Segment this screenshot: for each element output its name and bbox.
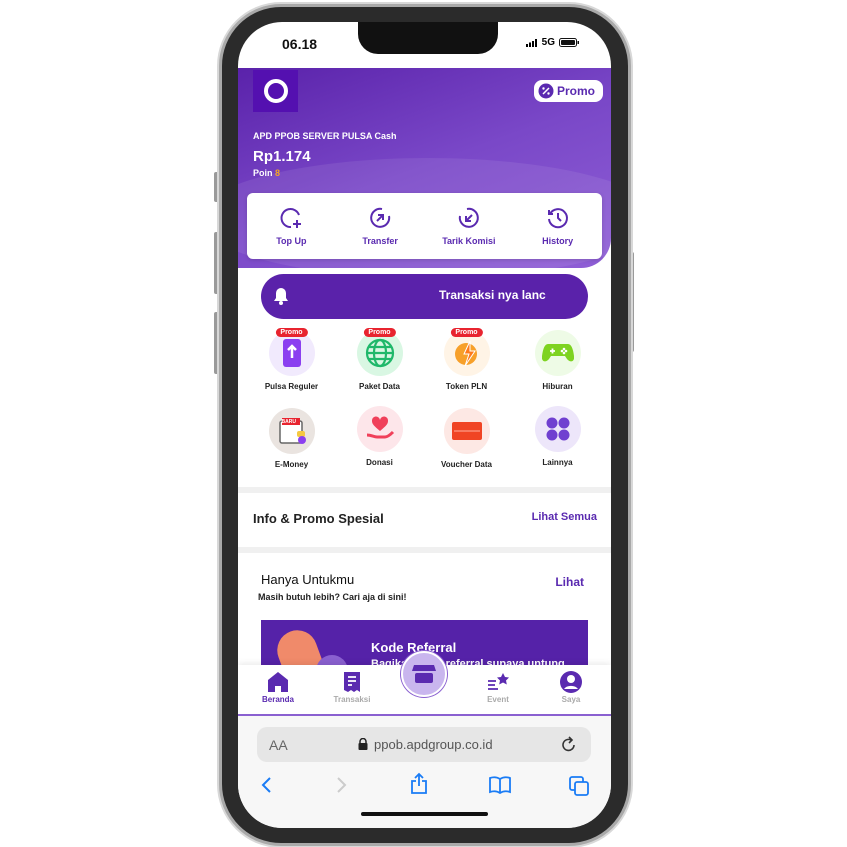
info-promo-see-all-link[interactable]: Lihat Semua [532,511,597,523]
tabs-icon[interactable] [569,776,589,796]
phone-screen: 06.18 5G Promo APD PPOB SERVER PULSA Cas… [238,22,611,828]
share-icon[interactable] [410,772,428,794]
reload-icon[interactable] [561,736,577,753]
heart-hand-icon [356,406,403,452]
forward-icon[interactable] [336,776,348,794]
service-label: Pulsa Reguler [264,382,319,391]
grid-icon [534,406,581,452]
bookmarks-icon[interactable] [488,776,512,794]
arrow-up-right-circle-icon [370,207,391,228]
divider [238,487,611,493]
nav-beranda[interactable]: Beranda [248,671,308,704]
new-badge: BARU [281,419,296,425]
service-label: E-Money [274,460,309,469]
receipt-icon [344,672,360,692]
account-name: APD PPOB SERVER PULSA Cash [253,131,397,141]
text-size-button[interactable]: AA [269,737,288,753]
top-up-button[interactable]: Top Up [251,206,331,246]
transfer-button[interactable]: Transfer [340,206,420,246]
service-donasi[interactable]: Donasi [333,406,426,467]
action-label: Transfer [362,236,398,246]
service-label: Paket Data [359,382,400,391]
network-label: 5G [541,37,555,48]
event-star-icon [488,673,509,690]
profile-icon [560,671,582,693]
for-you-title: Hanya Untukmu [261,572,355,587]
signal-icon [525,38,537,47]
globe-icon: Promo [356,328,403,376]
add-circle-icon [280,208,302,229]
promo-button[interactable]: Promo [533,80,603,102]
promo-badge: Promo [275,328,308,337]
history-icon [547,208,568,229]
service-label: Token PLN [445,382,488,391]
home-icon [268,672,288,692]
promo-label: Promo [556,84,595,98]
history-button[interactable]: History [518,206,598,246]
for-you-subtitle: Masih butuh lebih? Cari aja di sini! [258,592,407,602]
voucher-icon [443,408,490,454]
tarik-komisi-button[interactable]: Tarik Komisi [429,206,509,246]
promo-badge: Promo [363,328,396,337]
discount-badge-icon [538,83,554,99]
action-label: History [542,236,574,246]
nav-label: Beranda [261,695,294,704]
status-icons: 5G [525,37,579,48]
nav-label: Saya [561,695,581,704]
notification-text: Transaksi nya lanc [439,288,546,302]
service-label: Lainnya [542,458,573,467]
notch [358,22,498,54]
promo-badge: Promo [450,328,483,337]
service-lainnya[interactable]: Lainnya [511,406,604,467]
wallet-icon: BARU [268,408,315,454]
points-value: 8 [275,168,281,178]
lock-icon [358,738,368,750]
info-promo-title: Info & Promo Spesial [253,511,384,526]
service-e-money[interactable]: BARU E-Money [245,408,338,469]
points: Poin 8 [253,168,280,178]
service-label: Donasi [366,458,393,467]
service-hiburan[interactable]: Hiburan [511,330,604,391]
service-label: Hiburan [542,382,573,391]
service-pulsa-reguler[interactable]: Promo Pulsa Reguler [245,328,338,391]
lightning-icon: Promo [443,328,490,376]
service-voucher-data[interactable]: Voucher Data [420,408,513,469]
store-icon [412,665,436,683]
balance: Rp1.174 [253,148,311,165]
divider [238,547,611,553]
nav-store-button[interactable] [401,651,447,697]
service-label: Voucher Data [441,460,492,469]
service-token-pln[interactable]: Promo Token PLN [420,328,513,391]
nav-label: Event [487,695,509,704]
bell-icon [274,288,288,305]
gamepad-icon [534,330,581,376]
service-paket-data[interactable]: Promo Paket Data [333,328,426,391]
browser-chrome: AA ppob.apdgroup.co.id [238,716,611,828]
action-label: Tarik Komisi [442,236,496,246]
arrow-down-left-circle-icon [458,207,479,228]
notification-marquee[interactable]: Transaksi nya lanc [261,274,588,319]
for-you-see-link[interactable]: Lihat [555,575,584,589]
quick-actions-card: Top Up Transfer Tarik Komisi History [247,193,602,259]
battery-icon [559,38,579,47]
phone-upload-icon: Promo [268,328,315,376]
action-label: Top Up [276,236,307,246]
nav-label: Transaksi [333,695,371,704]
bottom-nav: Beranda Transaksi Event Saya [238,651,611,716]
home-indicator [361,812,488,816]
app-logo [253,70,298,112]
address-bar[interactable]: AA ppob.apdgroup.co.id [257,727,591,762]
back-icon[interactable] [260,776,272,794]
points-label: Poin [253,168,273,178]
nav-event[interactable]: Event [468,671,528,704]
nav-saya[interactable]: Saya [541,671,601,704]
url-text: ppob.apdgroup.co.id [374,737,493,752]
status-time: 06.18 [282,36,318,52]
nav-transaksi[interactable]: Transaksi [322,671,382,704]
